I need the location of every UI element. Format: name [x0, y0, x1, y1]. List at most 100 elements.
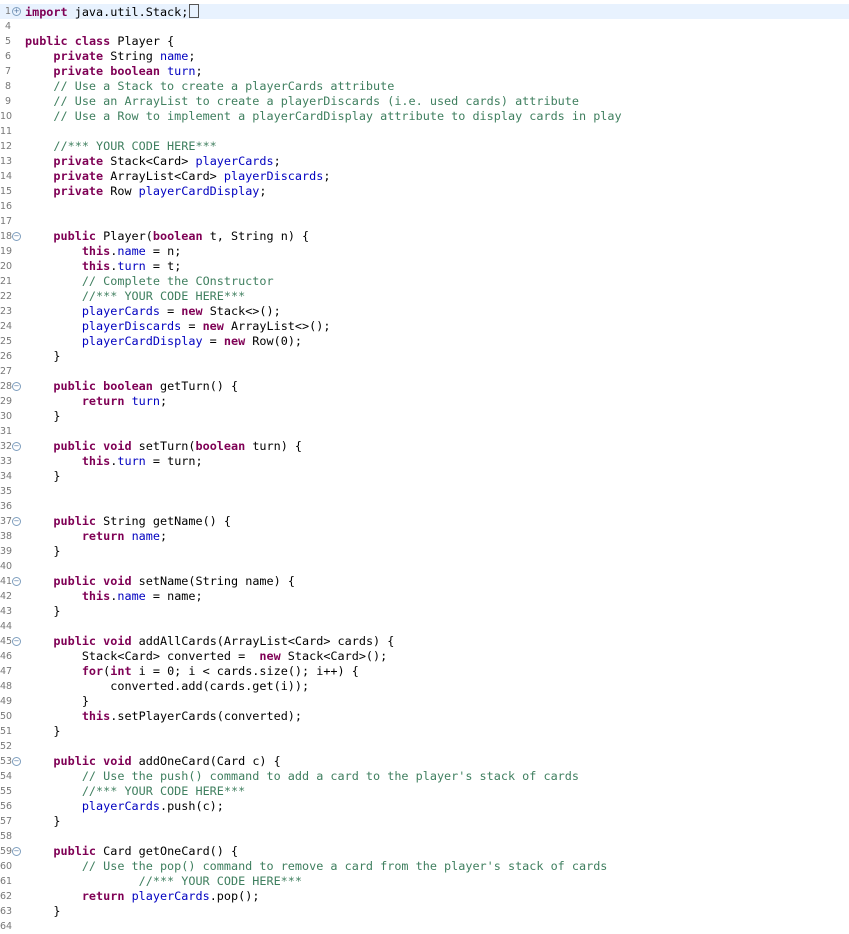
code-text[interactable]: }: [22, 409, 849, 424]
code-text[interactable]: public void setTurn(boolean turn) {: [22, 439, 849, 454]
code-text[interactable]: [22, 484, 849, 499]
code-line[interactable]: 37− public String getName() {: [0, 514, 849, 529]
code-text[interactable]: }: [22, 604, 849, 619]
code-line[interactable]: 56 playerCards.push(c);: [0, 799, 849, 814]
code-text[interactable]: public boolean getTurn() {: [22, 379, 849, 394]
code-text[interactable]: public void addOneCard(Card c) {: [22, 754, 849, 769]
code-line[interactable]: 14 private ArrayList<Card> playerDiscard…: [0, 169, 849, 184]
code-line[interactable]: 21 // Complete the COnstructor: [0, 274, 849, 289]
code-text[interactable]: playerCardDisplay = new Row(0);: [22, 334, 849, 349]
code-text[interactable]: public void setName(String name) {: [22, 574, 849, 589]
code-line[interactable]: 41− public void setName(String name) {: [0, 574, 849, 589]
code-text[interactable]: // Complete the COnstructor: [22, 274, 849, 289]
code-text[interactable]: this.name = name;: [22, 589, 849, 604]
code-text[interactable]: }: [22, 724, 849, 739]
code-text[interactable]: import java.util.Stack;: [22, 4, 849, 19]
code-text[interactable]: [22, 739, 849, 754]
code-text[interactable]: this.turn = turn;: [22, 454, 849, 469]
code-line[interactable]: 30 }: [0, 409, 849, 424]
code-line[interactable]: 59− public Card getOneCard() {: [0, 844, 849, 859]
code-text[interactable]: [22, 19, 849, 34]
code-line[interactable]: 35: [0, 484, 849, 499]
code-text[interactable]: private Stack<Card> playerCards;: [22, 154, 849, 169]
code-text[interactable]: [22, 619, 849, 634]
code-text[interactable]: playerCards.push(c);: [22, 799, 849, 814]
code-line[interactable]: 13 private Stack<Card> playerCards;: [0, 154, 849, 169]
code-line[interactable]: 51 }: [0, 724, 849, 739]
code-line[interactable]: 40: [0, 559, 849, 574]
code-line[interactable]: 15 private Row playerCardDisplay;: [0, 184, 849, 199]
code-line[interactable]: 16: [0, 199, 849, 214]
code-line[interactable]: 58: [0, 829, 849, 844]
code-line[interactable]: 22 //*** YOUR CODE HERE***: [0, 289, 849, 304]
code-line[interactable]: 9 // Use an ArrayList to create a player…: [0, 94, 849, 109]
code-line[interactable]: 48 converted.add(cards.get(i));: [0, 679, 849, 694]
code-text[interactable]: this.setPlayerCards(converted);: [22, 709, 849, 724]
code-line[interactable]: 45− public void addAllCards(ArrayList<Ca…: [0, 634, 849, 649]
code-text[interactable]: // Use an ArrayList to create a playerDi…: [22, 94, 849, 109]
code-line[interactable]: 49 }: [0, 694, 849, 709]
code-line[interactable]: 6 private String name;: [0, 49, 849, 64]
code-text[interactable]: [22, 214, 849, 229]
code-line[interactable]: 18− public Player(boolean t, String n) {: [0, 229, 849, 244]
code-text[interactable]: // Use a Row to implement a playerCardDi…: [22, 109, 849, 124]
code-line[interactable]: 4: [0, 19, 849, 34]
code-text[interactable]: public String getName() {: [22, 514, 849, 529]
code-text[interactable]: //*** YOUR CODE HERE***: [22, 139, 849, 154]
code-line[interactable]: 24 playerDiscards = new ArrayList<>();: [0, 319, 849, 334]
code-text[interactable]: private String name;: [22, 49, 849, 64]
code-text[interactable]: playerDiscards = new ArrayList<>();: [22, 319, 849, 334]
code-line[interactable]: 43 }: [0, 604, 849, 619]
code-line[interactable]: 7 private boolean turn;: [0, 64, 849, 79]
code-line[interactable]: 29 return turn;: [0, 394, 849, 409]
code-text[interactable]: Stack<Card> converted = new Stack<Card>(…: [22, 649, 849, 664]
code-line[interactable]: 50 this.setPlayerCards(converted);: [0, 709, 849, 724]
code-line[interactable]: 31: [0, 424, 849, 439]
code-text[interactable]: // Use a Stack to create a playerCards a…: [22, 79, 849, 94]
code-text[interactable]: [22, 499, 849, 514]
code-text[interactable]: this.turn = t;: [22, 259, 849, 274]
code-line[interactable]: 20 this.turn = t;: [0, 259, 849, 274]
code-text[interactable]: [22, 829, 849, 844]
code-text[interactable]: private boolean turn;: [22, 64, 849, 79]
code-line[interactable]: 36: [0, 499, 849, 514]
code-text[interactable]: //*** YOUR CODE HERE***: [22, 874, 849, 889]
code-text[interactable]: return playerCards.pop();: [22, 889, 849, 904]
code-text[interactable]: private Row playerCardDisplay;: [22, 184, 849, 199]
code-line[interactable]: 52: [0, 739, 849, 754]
code-line[interactable]: 27: [0, 364, 849, 379]
code-line[interactable]: 54 // Use the push() command to add a ca…: [0, 769, 849, 784]
code-line[interactable]: 26 }: [0, 349, 849, 364]
fold-collapse-icon[interactable]: −: [12, 577, 21, 586]
code-line[interactable]: 1 + import java.util.Stack;: [0, 4, 849, 19]
code-line[interactable]: 12 //*** YOUR CODE HERE***: [0, 139, 849, 154]
code-text[interactable]: // Use the pop() command to remove a car…: [22, 859, 849, 874]
code-text[interactable]: [22, 559, 849, 574]
fold-expand-icon[interactable]: +: [12, 7, 21, 16]
code-text[interactable]: }: [22, 469, 849, 484]
code-line[interactable]: 23 playerCards = new Stack<>();: [0, 304, 849, 319]
code-text[interactable]: this.name = n;: [22, 244, 849, 259]
code-text[interactable]: return turn;: [22, 394, 849, 409]
code-text[interactable]: public Card getOneCard() {: [22, 844, 849, 859]
code-text[interactable]: [22, 124, 849, 139]
code-line[interactable]: 46 Stack<Card> converted = new Stack<Car…: [0, 649, 849, 664]
fold-collapse-icon[interactable]: −: [12, 847, 21, 856]
fold-collapse-icon[interactable]: −: [12, 757, 21, 766]
code-text[interactable]: [22, 364, 849, 379]
code-text[interactable]: }: [22, 814, 849, 829]
fold-collapse-icon[interactable]: −: [12, 232, 21, 241]
code-text[interactable]: }: [22, 904, 849, 919]
code-line[interactable]: 62 return playerCards.pop();: [0, 889, 849, 904]
code-line[interactable]: 39 }: [0, 544, 849, 559]
fold-collapse-icon[interactable]: −: [12, 637, 21, 646]
code-text[interactable]: //*** YOUR CODE HERE***: [22, 289, 849, 304]
code-line[interactable]: 28− public boolean getTurn() {: [0, 379, 849, 394]
code-text[interactable]: return name;: [22, 529, 849, 544]
code-editor[interactable]: 1 + import java.util.Stack; 4 5 public class …: [0, 0, 849, 932]
code-line[interactable]: 8 // Use a Stack to create a playerCards…: [0, 79, 849, 94]
code-text[interactable]: public void addAllCards(ArrayList<Card> …: [22, 634, 849, 649]
code-line[interactable]: 57 }: [0, 814, 849, 829]
code-text[interactable]: }: [22, 349, 849, 364]
code-line[interactable]: 60 // Use the pop() command to remove a …: [0, 859, 849, 874]
